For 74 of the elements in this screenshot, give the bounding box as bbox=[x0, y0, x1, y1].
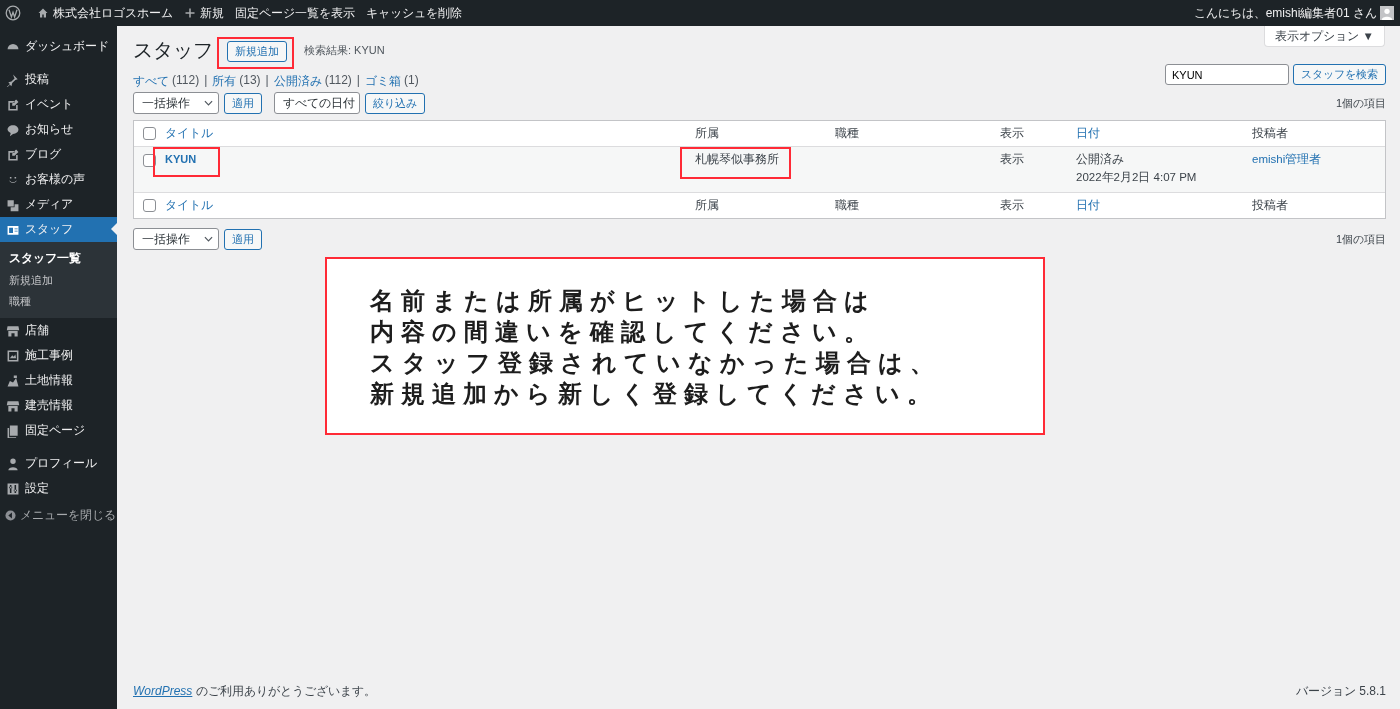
author-link[interactable]: emishi管理者 bbox=[1252, 153, 1322, 165]
view-count: (112) bbox=[172, 73, 200, 89]
note-text: 内容の間違いを確認してください。 bbox=[370, 317, 876, 347]
column-header[interactable]: タイトル bbox=[165, 199, 213, 211]
sidebar-item[interactable]: お知らせ bbox=[0, 117, 117, 142]
post-status: 公開済み bbox=[1076, 152, 1125, 167]
sidebar-item[interactable]: 土地情報 bbox=[0, 368, 117, 393]
submenu-item[interactable]: 新規追加 bbox=[0, 270, 117, 291]
sidebar-item[interactable]: イベント bbox=[0, 92, 117, 117]
view-filter-link[interactable]: ゴミ箱 bbox=[364, 73, 401, 90]
sidebar-item[interactable]: ダッシュボード bbox=[0, 34, 117, 59]
admin-bar-link[interactable]: 固定ページ一覧を表示 bbox=[235, 4, 355, 22]
site-name-link[interactable]: 株式会社ロゴスホーム bbox=[37, 4, 173, 22]
bulk-action-select[interactable]: 一括操作 bbox=[133, 228, 219, 250]
separator-text: | bbox=[204, 73, 208, 89]
column-header[interactable]: 日付 bbox=[1076, 199, 1100, 211]
version-text: バージョン 5.8.1 bbox=[1295, 683, 1386, 700]
sidebar-item[interactable]: スタッフ bbox=[0, 217, 117, 242]
sidebar-item[interactable]: 店舗 bbox=[0, 318, 117, 343]
column-header[interactable]: 日付 bbox=[1076, 127, 1100, 139]
apply-button[interactable]: 適用 bbox=[224, 228, 262, 250]
column-header: 職種 bbox=[835, 127, 859, 139]
date-filter-select[interactable]: すべての日付 bbox=[274, 92, 360, 114]
column-header: 表示 bbox=[1000, 127, 1024, 139]
search-field[interactable]: KYUN bbox=[1165, 64, 1289, 85]
sidebar-item[interactable]: 設定 bbox=[0, 476, 117, 501]
separator-text: | bbox=[265, 73, 269, 89]
sidebar-item[interactable]: ブログ bbox=[0, 142, 117, 167]
post-title-link[interactable]: KYUN bbox=[165, 153, 197, 165]
wordpress-link[interactable]: WordPress bbox=[133, 684, 193, 698]
sidebar-item[interactable]: メディア bbox=[0, 192, 117, 217]
column-header: 投稿者 bbox=[1252, 199, 1288, 211]
user-greeting[interactable]: こんにちは、emishi編集者01 さん bbox=[1193, 4, 1377, 22]
search-result-text: 検索結果: KYUN bbox=[304, 42, 385, 58]
note-text: 新規追加から新しく登録してください。 bbox=[370, 379, 939, 409]
item-count: 1個の項目 bbox=[1335, 231, 1386, 247]
view-filter-link[interactable]: すべて bbox=[133, 73, 169, 90]
view-filter-link[interactable]: 所有 bbox=[212, 73, 237, 90]
submenu-item[interactable]: スタッフ一覧 bbox=[0, 247, 117, 270]
column-header: 投稿者 bbox=[1252, 127, 1288, 139]
sidebar-item[interactable]: 施工事例 bbox=[0, 343, 117, 368]
affiliation-cell: 札幌琴似事務所 bbox=[695, 152, 779, 167]
add-new-button[interactable]: 新規追加 bbox=[227, 41, 287, 62]
page-title: スタッフ bbox=[133, 37, 213, 63]
filter-button[interactable]: 絞り込み bbox=[365, 92, 425, 114]
column-header: 職種 bbox=[835, 199, 859, 211]
item-count: 1個の項目 bbox=[1335, 95, 1386, 111]
column-header: 所属 bbox=[695, 127, 719, 139]
sidebar-item[interactable]: お客様の声 bbox=[0, 167, 117, 192]
view-filter-link[interactable]: 公開済み bbox=[273, 73, 322, 90]
sidebar-item[interactable]: プロフィール bbox=[0, 451, 117, 476]
bulk-action-select[interactable]: 一括操作 bbox=[133, 92, 219, 114]
display-cell: 表示 bbox=[1000, 153, 1024, 165]
sidebar-item[interactable]: 建売情報 bbox=[0, 393, 117, 418]
sidebar-item[interactable]: 固定ページ bbox=[0, 418, 117, 443]
admin-bar-link[interactable]: キャッシュを削除 bbox=[366, 4, 462, 22]
submenu-item[interactable]: 職種 bbox=[0, 291, 117, 312]
note-text: スタッフ登録されていなかった場合は、 bbox=[370, 348, 942, 378]
search-button[interactable]: スタッフを検索 bbox=[1293, 64, 1386, 85]
note-text: 名前または所属がヒットした場合は bbox=[370, 286, 877, 316]
view-count: (112) bbox=[324, 73, 352, 89]
post-date: 2022年2月2日 4:07 PM bbox=[1076, 170, 1198, 185]
collapse-menu-button[interactable]: メニューを閉じる bbox=[0, 503, 117, 528]
column-header: 表示 bbox=[1000, 199, 1024, 211]
sidebar-item[interactable]: 投稿 bbox=[0, 67, 117, 92]
screen-options-button[interactable]: 表示オプション ▼ bbox=[1264, 26, 1385, 47]
view-count: (1) bbox=[403, 73, 419, 89]
new-content-link[interactable]: 新規 bbox=[184, 4, 224, 22]
column-header: 所属 bbox=[695, 199, 719, 211]
separator-text: | bbox=[356, 73, 360, 89]
footer-thanks-text: WordPress のご利用ありがとうございます。 bbox=[133, 683, 376, 700]
view-count: (13) bbox=[239, 73, 261, 89]
column-header[interactable]: タイトル bbox=[165, 127, 213, 139]
apply-button[interactable]: 適用 bbox=[224, 92, 262, 114]
